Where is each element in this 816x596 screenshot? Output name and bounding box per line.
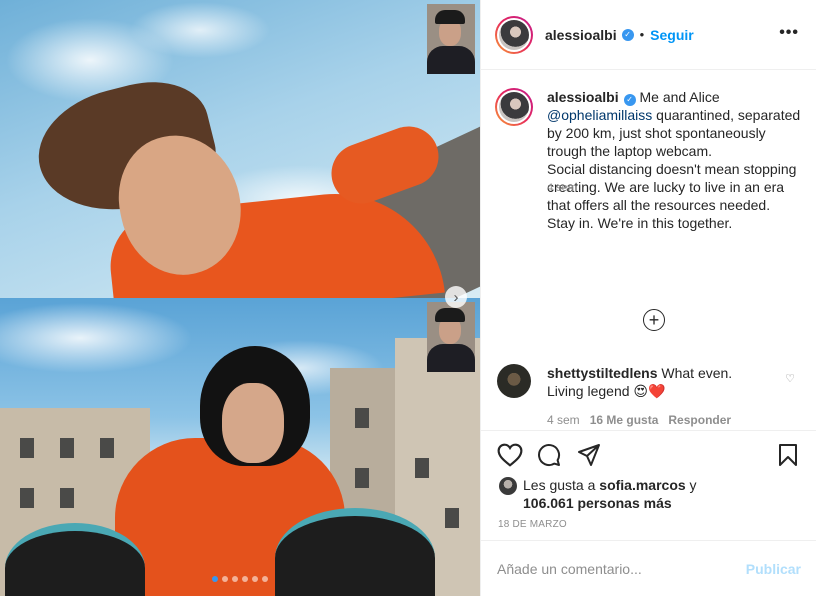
caption-line-3: Stay in. We're in this together. — [547, 215, 733, 231]
comment-line-1: What even. — [661, 365, 733, 381]
comment-text: shettystiltedlens What even. Living lege… — [547, 364, 787, 400]
separator: • — [639, 27, 645, 42]
photo-top — [0, 0, 480, 298]
plus-icon: + — [648, 310, 660, 330]
heart-icon[interactable] — [497, 443, 523, 467]
verified-badge-icon: ✓ — [621, 28, 634, 41]
post-media[interactable]: › — [0, 0, 480, 596]
carousel-dot — [222, 576, 228, 582]
caption-intro: Me and Alice — [639, 89, 720, 105]
verified-badge-icon: ✓ — [623, 94, 636, 106]
comment-line-2: Living legend — [547, 383, 630, 399]
carousel-indicator — [0, 576, 480, 582]
comment-form: Publicar — [481, 540, 816, 596]
heart-outline-icon[interactable]: ♡ — [785, 372, 795, 385]
commenter-avatar[interactable] — [497, 364, 531, 398]
comment-like-count[interactable]: 16 Me gusta — [590, 413, 659, 427]
reply-button[interactable]: Responder — [668, 413, 731, 427]
face — [222, 383, 284, 463]
caption-avatar[interactable] — [495, 88, 533, 126]
emoji: 😍❤️ — [633, 383, 666, 399]
caption-timestamp[interactable]: 4 sem — [547, 182, 577, 194]
bookmark-icon[interactable] — [777, 443, 799, 467]
post-date[interactable]: 18 DE MARZO — [498, 519, 567, 530]
caption-line-2: Social distancing doesn't mean stopping … — [547, 161, 797, 213]
comment-item: shettystiltedlens What even. Living lege… — [495, 364, 807, 400]
carousel-dot — [232, 576, 238, 582]
publish-button[interactable]: Publicar — [746, 561, 801, 577]
share-icon[interactable] — [577, 443, 601, 467]
comment-meta: 4 sem 16 Me gusta Responder — [547, 413, 731, 427]
post-sidebar: alessioalbi ✓ • Seguir ••• alessioalbi ✓ … — [480, 0, 816, 596]
follow-button[interactable]: Seguir — [650, 27, 694, 43]
post-header: alessioalbi ✓ • Seguir ••• — [481, 0, 816, 70]
comment-input[interactable] — [497, 560, 746, 577]
caption-username[interactable]: alessioalbi — [547, 89, 619, 105]
photo-bottom — [0, 298, 480, 596]
caption-text: alessioalbi ✓ Me and Alice @opheliamillai… — [547, 88, 807, 232]
liker-username[interactable]: sofia.marcos — [599, 477, 685, 493]
carousel-dot — [262, 576, 268, 582]
caption-mention-link[interactable]: @opheliamillaiss — [547, 107, 652, 123]
commenter-username[interactable]: shettystiltedlens — [547, 365, 657, 381]
carousel-dot — [212, 576, 218, 582]
action-bar — [481, 430, 816, 478]
likes-summary: Les gusta a sofia.marcos y 106.061 perso… — [499, 476, 697, 512]
comment-icon[interactable] — [537, 443, 561, 467]
liker-avatar[interactable] — [499, 477, 517, 495]
carousel-next-button[interactable]: › — [445, 286, 467, 308]
chevron-right-icon: › — [453, 288, 459, 306]
author-username[interactable]: alessioalbi — [545, 27, 617, 43]
post-caption: alessioalbi ✓ Me and Alice @opheliamillai… — [495, 88, 807, 232]
carousel-dot — [242, 576, 248, 582]
likes-conj: y — [689, 477, 697, 493]
carousel-dot — [252, 576, 258, 582]
comment-timestamp[interactable]: 4 sem — [547, 413, 580, 427]
load-more-comments-icon[interactable]: + — [643, 309, 665, 331]
more-options-icon[interactable]: ••• — [779, 24, 799, 42]
likes-prefix: Les gusta a — [523, 477, 596, 493]
author-avatar[interactable] — [495, 15, 533, 54]
webcam-thumbnail-top — [427, 4, 475, 74]
likes-count[interactable]: 106.061 personas más — [523, 495, 672, 511]
webcam-thumbnail-bottom — [427, 302, 475, 372]
